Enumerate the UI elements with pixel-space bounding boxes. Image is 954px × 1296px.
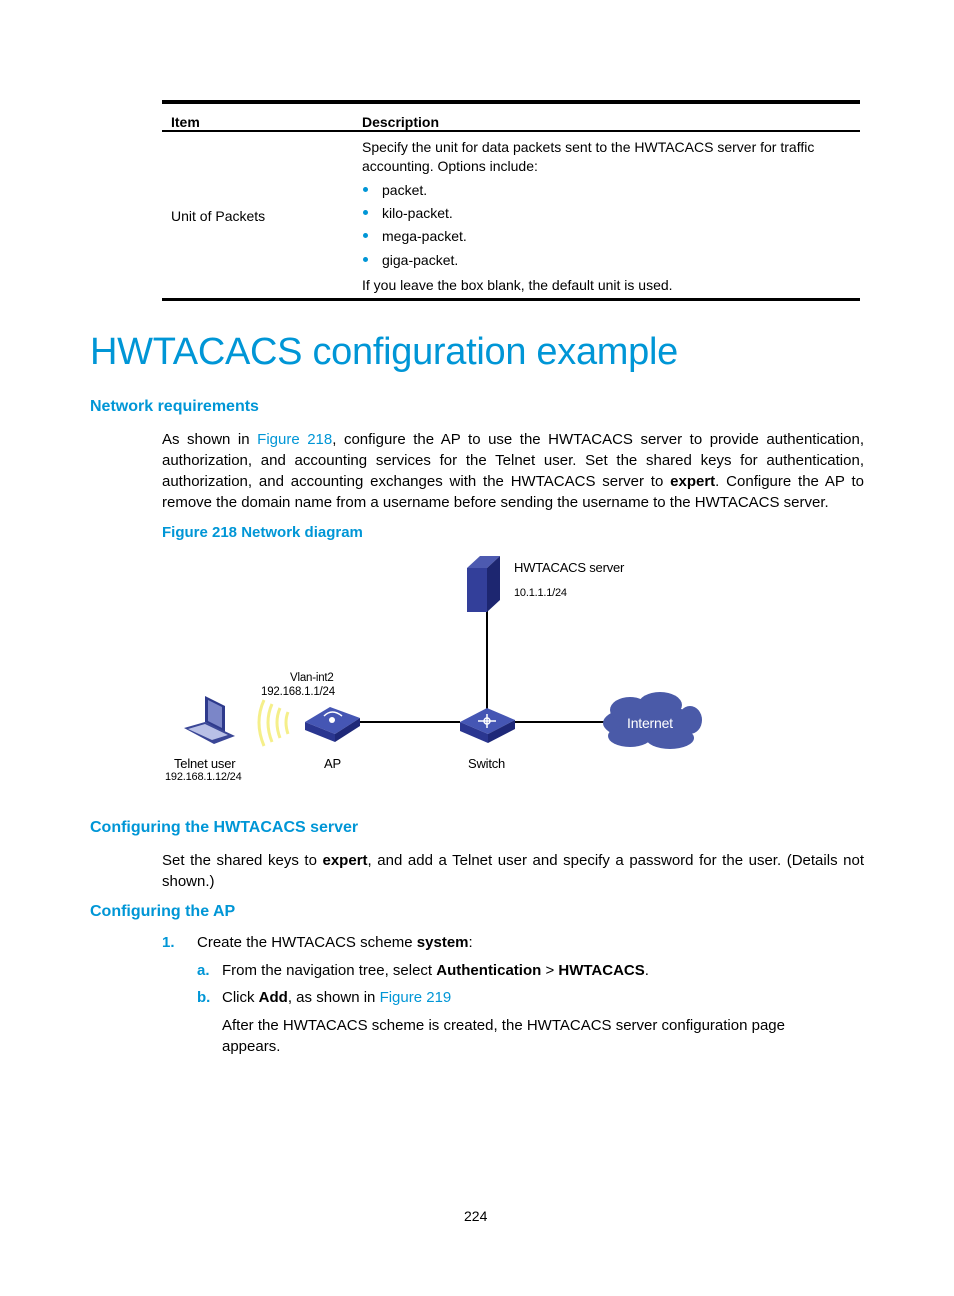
text: , configure the AP to use the HWTACACS s… bbox=[332, 431, 865, 448]
bullet-icon bbox=[363, 186, 368, 192]
option-label: giga-packet. bbox=[382, 252, 459, 268]
step-number: 1. bbox=[162, 934, 175, 951]
text: > bbox=[541, 962, 559, 979]
text: . Configure the AP to bbox=[715, 473, 864, 490]
page-number: 224 bbox=[464, 1208, 488, 1224]
header-description: Description bbox=[362, 114, 440, 130]
wireless-signal-icon bbox=[257, 699, 290, 747]
text: , as shown in bbox=[287, 989, 380, 1006]
network-requirements-paragraph: As shown in Figure 218, configure the AP… bbox=[162, 429, 864, 513]
telnet-user-label: Telnet user bbox=[174, 756, 236, 771]
text: authorization, and accounting exchanges … bbox=[162, 473, 671, 490]
after-text-line: After the HWTACACS scheme is created, th… bbox=[222, 1017, 785, 1034]
configuring-server-paragraph: Set the shared keys to expert, and add a… bbox=[162, 850, 864, 892]
substep-number: a. bbox=[197, 962, 210, 979]
paragraph-line: authorization, and accounting exchanges … bbox=[162, 471, 864, 492]
diagram-canvas bbox=[184, 556, 702, 749]
option-item: mega-packet. bbox=[362, 227, 467, 246]
bullet-icon bbox=[363, 232, 368, 238]
bold-keyword: HWTACACS bbox=[558, 962, 645, 979]
ap-label: AP bbox=[324, 756, 341, 771]
bullet-icon bbox=[363, 209, 368, 215]
figure-219-link[interactable]: Figure 219 bbox=[380, 989, 452, 1006]
paragraph-line: Set the shared keys to expert, and add a… bbox=[162, 850, 864, 871]
option-item: giga-packet. bbox=[362, 251, 458, 270]
ap-interface-label: Vlan-int2 bbox=[290, 672, 334, 684]
parameter-table: Item Description Unit of Packets Specify… bbox=[162, 100, 860, 301]
heading-network-requirements: Network requirements bbox=[90, 398, 259, 415]
table-bottom-rule bbox=[162, 298, 860, 301]
table-row: Unit of Packets Specify the unit for dat… bbox=[162, 132, 860, 298]
heading-configuring-server: Configuring the HWTACACS server bbox=[90, 819, 359, 836]
option-label: packet. bbox=[382, 182, 428, 198]
bold-keyword: Add bbox=[258, 989, 288, 1006]
substep-text: Click Add, as shown in Figure 219 bbox=[222, 989, 451, 1006]
bullet-icon bbox=[363, 256, 368, 262]
server-name-label: HWTACACS server bbox=[514, 560, 625, 575]
bold-keyword: Authentication bbox=[436, 962, 542, 979]
figure-218-link[interactable]: Figure 218 bbox=[257, 431, 332, 448]
paragraph-line: As shown in Figure 218, configure the AP… bbox=[162, 429, 864, 450]
substep-text: From the navigation tree, select Authent… bbox=[222, 962, 649, 979]
server-icon bbox=[467, 556, 500, 612]
section-title: HWTACACS configuration example bbox=[90, 331, 678, 373]
bold-keyword: expert bbox=[670, 473, 716, 490]
ap-icon bbox=[305, 707, 360, 742]
ap-ip-label: 192.168.1.1/24 bbox=[261, 686, 335, 698]
switch-label: Switch bbox=[468, 756, 506, 771]
after-text-line: appears. bbox=[222, 1038, 281, 1055]
cell-item: Unit of Packets bbox=[171, 208, 266, 224]
step-text: Create the HWTACACS scheme system: bbox=[197, 934, 473, 951]
option-item: packet. bbox=[362, 181, 427, 200]
bold-keyword: system bbox=[416, 934, 469, 951]
paragraph-line: authorization, and accounting services f… bbox=[162, 452, 864, 469]
internet-label: Internet bbox=[627, 715, 673, 731]
figure-caption: Figure 218 Network diagram bbox=[162, 524, 363, 541]
switch-icon bbox=[460, 708, 515, 743]
description-line: accounting. Options include: bbox=[362, 158, 538, 174]
paragraph-line: remove the domain name from a username b… bbox=[162, 494, 829, 511]
header-item: Item bbox=[171, 114, 200, 130]
option-label: mega-packet. bbox=[382, 228, 467, 244]
text: Create the HWTACACS scheme bbox=[197, 934, 417, 951]
description-line: Specify the unit for data packets sent t… bbox=[362, 139, 815, 155]
text: As shown in bbox=[162, 431, 258, 448]
text: : bbox=[468, 934, 473, 951]
text: Click bbox=[222, 989, 259, 1006]
description-note: If you leave the box blank, the default … bbox=[362, 277, 673, 293]
server-ip-label: 10.1.1.1/24 bbox=[514, 587, 567, 599]
bold-keyword: expert bbox=[322, 852, 368, 869]
text: . bbox=[644, 962, 649, 979]
paragraph-line: shown.) bbox=[162, 873, 215, 890]
laptop-icon bbox=[184, 696, 235, 744]
substep-number: b. bbox=[197, 989, 211, 1006]
option-label: kilo-packet. bbox=[382, 205, 453, 221]
heading-configuring-ap: Configuring the AP bbox=[90, 903, 236, 920]
text: Set the shared keys to bbox=[162, 852, 323, 869]
text: From the navigation tree, select bbox=[222, 962, 437, 979]
text: , and add a Telnet user and specify a pa… bbox=[367, 852, 865, 869]
option-item: kilo-packet. bbox=[362, 204, 453, 223]
telnet-user-ip-label: 192.168.1.12/24 bbox=[165, 771, 242, 783]
table-header-row: Item Description bbox=[162, 104, 860, 132]
network-diagram: HWTACACS server 10.1.1.1/24 Vlan-int2 19… bbox=[160, 550, 720, 790]
